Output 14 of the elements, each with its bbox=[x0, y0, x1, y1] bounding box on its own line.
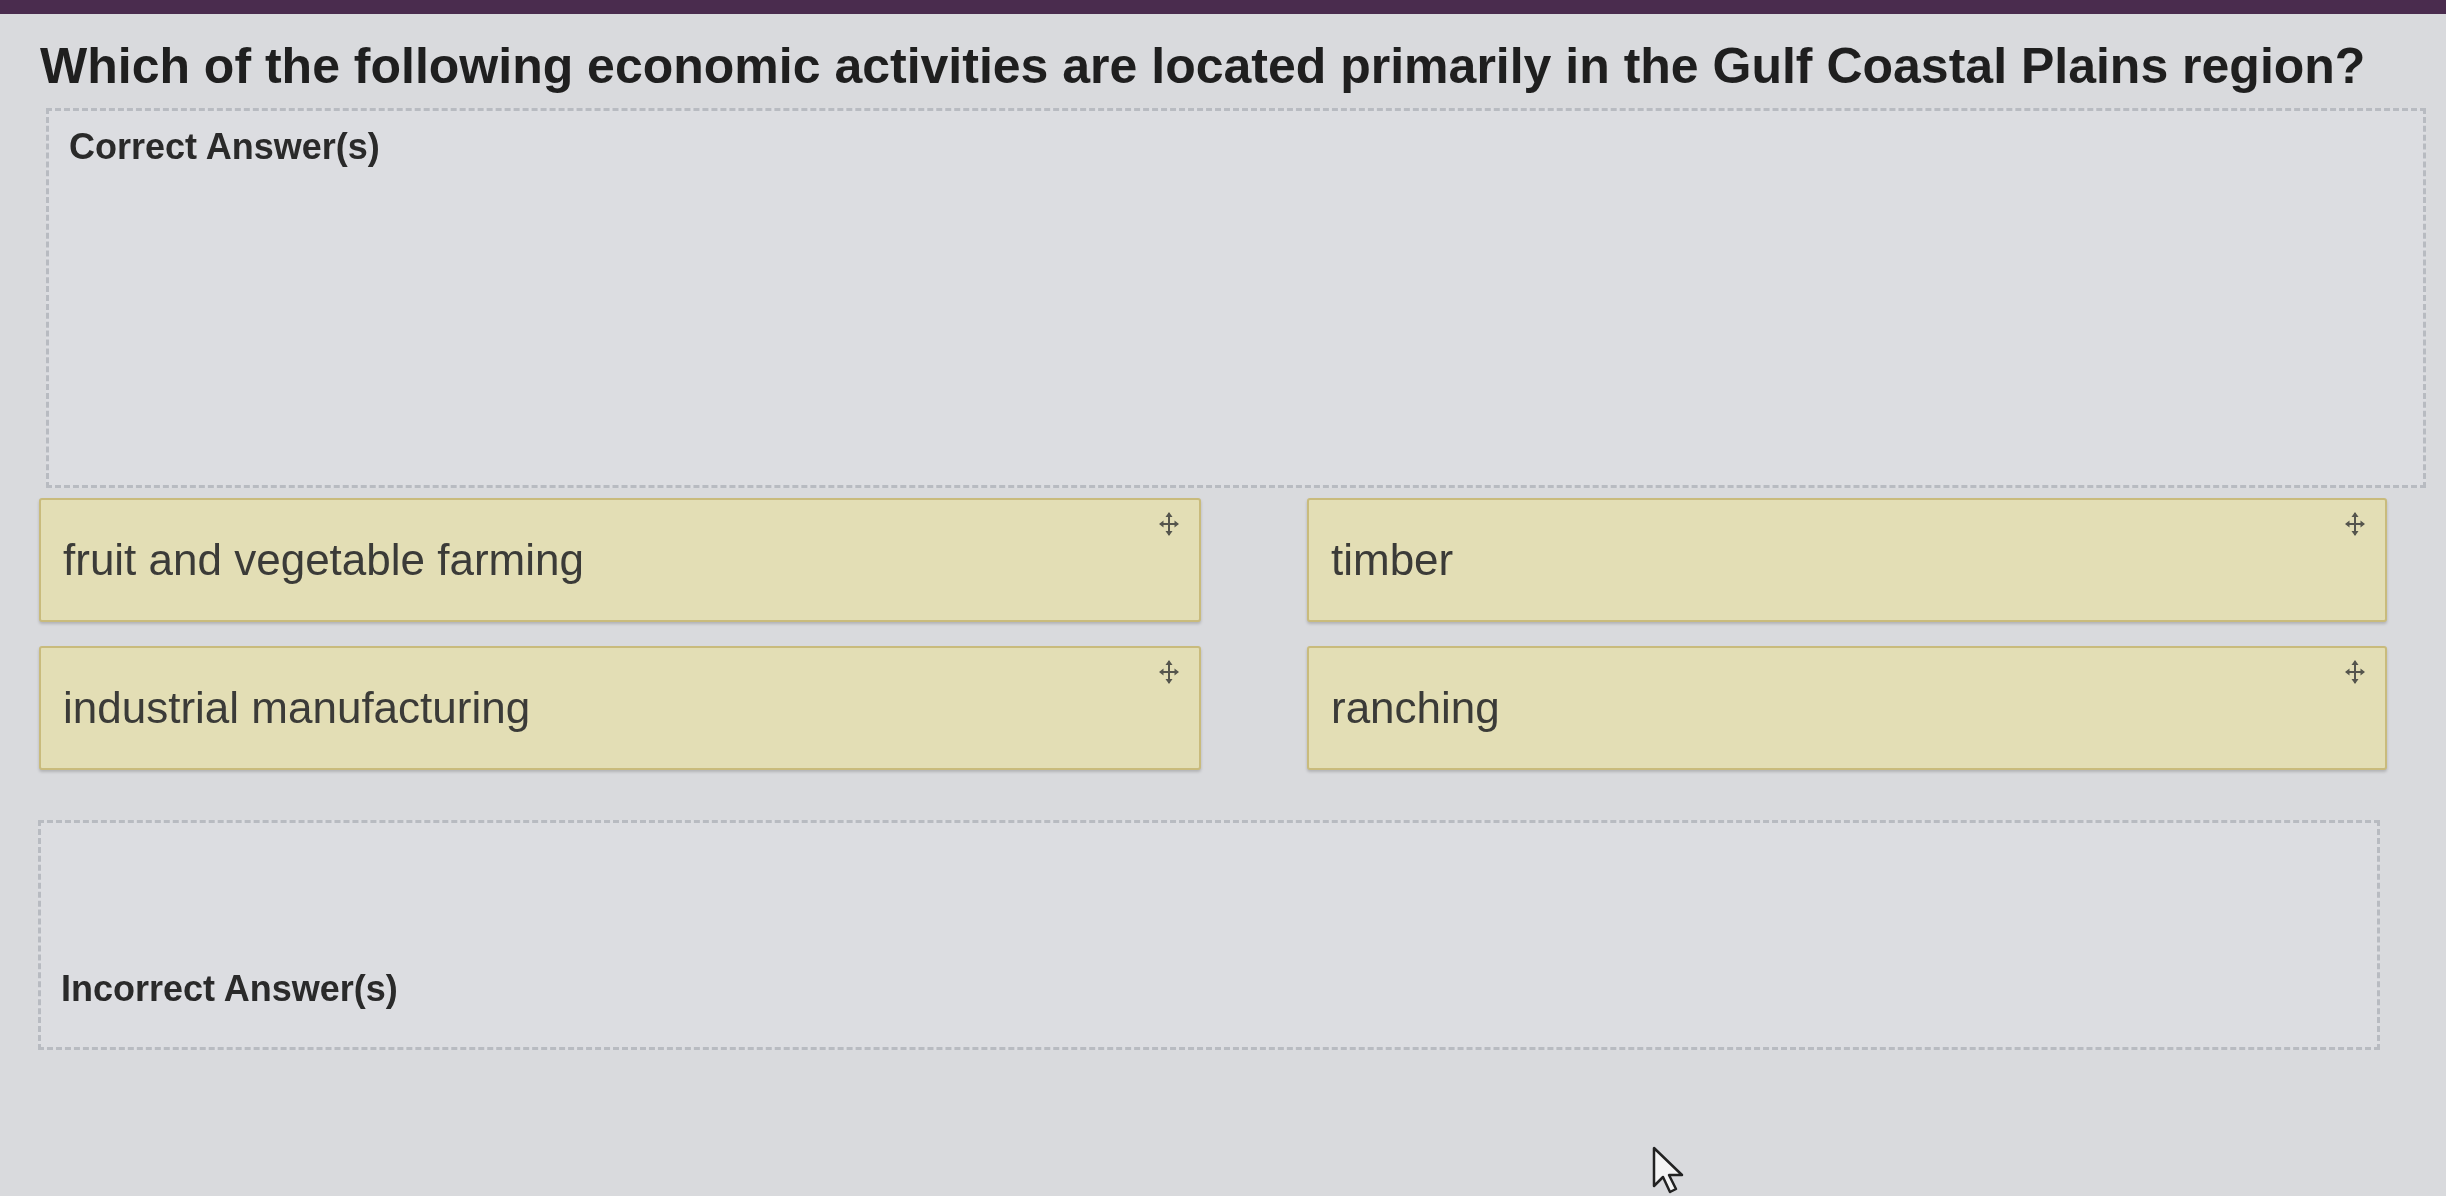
move-icon bbox=[2345, 512, 2365, 536]
answer-tile[interactable]: fruit and vegetable farming bbox=[39, 498, 1201, 622]
zone-label: Incorrect Answer(s) bbox=[61, 967, 398, 1011]
move-icon bbox=[2345, 660, 2365, 684]
move-icon bbox=[1159, 512, 1179, 536]
drop-zone[interactable]: Correct Answer(s) bbox=[46, 108, 2426, 488]
answer-tile[interactable]: ranching bbox=[1307, 646, 2387, 770]
answer-tile[interactable]: industrial manufacturing bbox=[39, 646, 1201, 770]
question-text: Which of the following economic activities are located primarily in the Gulf Coastal Plains region? bbox=[40, 37, 2366, 96]
answer-tile[interactable]: timber bbox=[1307, 498, 2387, 622]
zone-label: Correct Answer(s) bbox=[69, 125, 380, 169]
move-icon bbox=[1159, 660, 1179, 684]
drop-zone[interactable]: Incorrect Answer(s) bbox=[38, 820, 2380, 1050]
mouse-pointer-icon bbox=[1652, 1146, 1686, 1194]
